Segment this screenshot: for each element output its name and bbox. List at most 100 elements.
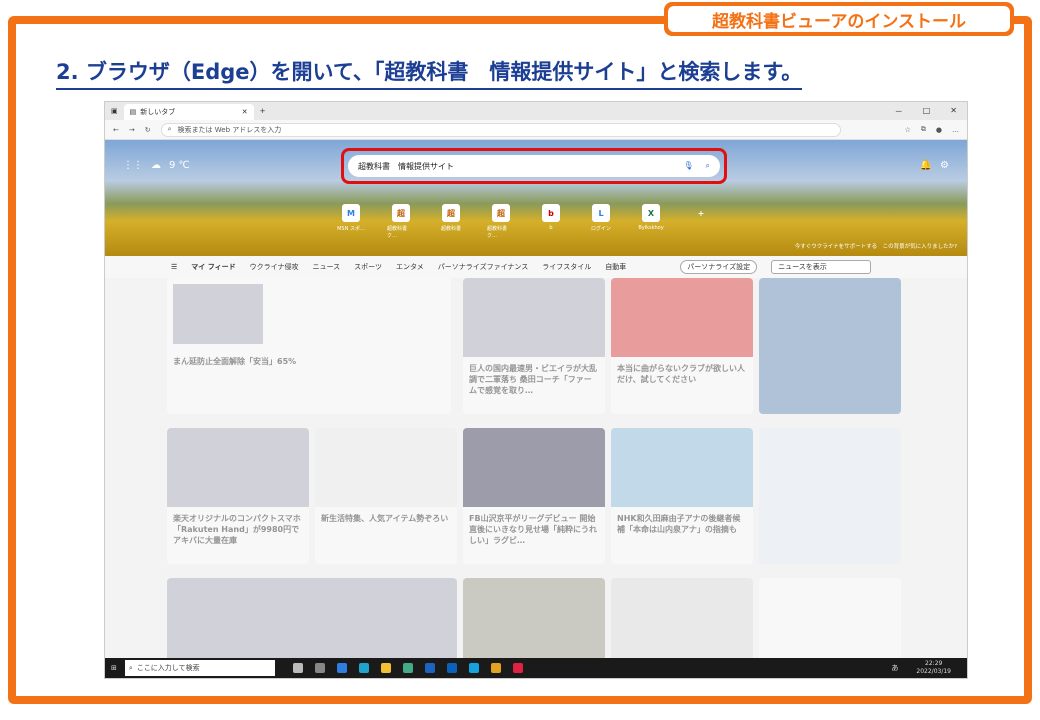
quick-link-6[interactable]: X Bylkskhoy bbox=[637, 204, 665, 239]
favorites-icon[interactable]: ☆ bbox=[905, 126, 911, 134]
feed-nav-item[interactable]: ライフスタイル bbox=[542, 262, 591, 272]
news-card[interactable]: 楽天オリジナルのコンパクトスマホ「Rakuten Hand」が9980円でアキバ… bbox=[167, 428, 309, 564]
textbook-icon: 超 bbox=[392, 204, 410, 222]
feed-nav-item[interactable]: 自動車 bbox=[605, 262, 626, 272]
site-icon: b bbox=[542, 204, 560, 222]
quick-link-label: MSN スポ… bbox=[337, 226, 365, 232]
league-card[interactable] bbox=[759, 428, 901, 564]
address-bar[interactable]: ⌕ 検索または Web アドレスを入力 bbox=[160, 122, 841, 137]
news-card[interactable] bbox=[167, 578, 457, 668]
news-card[interactable] bbox=[611, 578, 753, 668]
minimize-button[interactable]: － bbox=[895, 106, 903, 117]
news-card[interactable]: まん延防止全面解除「安当」65% bbox=[167, 278, 451, 414]
instruction-heading: 2. ブラウザ（Edge）を開いて、「超教科書 情報提供サイト」と検索します。 bbox=[56, 56, 803, 90]
settings-gear-icon[interactable]: ⚙ bbox=[940, 160, 949, 171]
explorer-icon[interactable] bbox=[380, 663, 391, 673]
weather-card[interactable] bbox=[759, 278, 901, 414]
microphone-icon[interactable]: 🎙 bbox=[683, 161, 693, 171]
feed-nav-item[interactable]: スポーツ bbox=[354, 262, 382, 272]
textbook-icon: 超 bbox=[492, 204, 510, 222]
hamburger-icon[interactable]: ☰ bbox=[171, 263, 177, 271]
feed-nav-item[interactable]: パーソナライズファイナンス bbox=[438, 262, 529, 272]
quick-link-2[interactable]: 超超教科書 bbox=[437, 204, 465, 239]
feed-nav-item[interactable]: ニュース bbox=[312, 262, 340, 272]
quick-link-label: 超教科書 bbox=[440, 226, 461, 232]
cloud-icon: ☁ bbox=[151, 160, 161, 171]
profile-icon[interactable]: ● bbox=[936, 126, 942, 134]
news-image bbox=[167, 578, 457, 668]
quick-link-5[interactable]: L ログイン bbox=[587, 204, 615, 239]
taskbar-clock[interactable]: 22:29 2022/03/19 bbox=[916, 660, 967, 676]
close-tab-icon[interactable]: ✕ bbox=[242, 108, 248, 116]
temperature: 9 ℃ bbox=[169, 160, 190, 171]
news-card[interactable]: FB山沢京平がリーグデビュー 開始直後にいきなり見せ場「純粋にうれしい」ラグビ… bbox=[463, 428, 605, 564]
news-card[interactable]: 新生活特集、人気アイテム勢ぞろい bbox=[315, 428, 457, 564]
edge-icon[interactable] bbox=[358, 663, 369, 673]
forward-icon[interactable]: → bbox=[129, 126, 135, 134]
feed-nav-item[interactable]: ウクライナ侵攻 bbox=[250, 262, 299, 272]
news-image bbox=[315, 428, 457, 507]
news-card[interactable] bbox=[463, 578, 605, 668]
chrome-icon[interactable] bbox=[490, 663, 501, 673]
hero-footer[interactable]: 今すぐウクライナをサポートする この背景が気に入りましたか? bbox=[795, 242, 957, 250]
msn-icon: M bbox=[342, 204, 360, 222]
news-headline: まん延防止全面解除「安当」65% bbox=[173, 357, 297, 366]
news-card[interactable]: NHK和久田麻由子アナの後継者候補「本命は山内泉アナ」の指摘も bbox=[611, 428, 753, 564]
quick-link-msn[interactable]: M MSN スポ… bbox=[337, 204, 365, 239]
mail-icon[interactable] bbox=[424, 663, 435, 673]
news-image bbox=[611, 428, 753, 507]
section-tag: 超教科書ビューアのインストール bbox=[664, 2, 1014, 36]
skype-icon[interactable] bbox=[468, 663, 479, 673]
quick-links: M MSN スポ… 超超教科書ク… 超超教科書 超超教科書ク… bb L ログイン … bbox=[337, 204, 715, 239]
widgets-icon[interactable] bbox=[314, 663, 325, 673]
menu-icon[interactable]: … bbox=[952, 126, 959, 134]
ie-icon[interactable] bbox=[336, 663, 347, 673]
refresh-icon[interactable]: ↻ bbox=[145, 126, 151, 134]
quick-link-1[interactable]: 超超教科書ク… bbox=[387, 204, 415, 239]
windows-start-icon[interactable]: ⊞ bbox=[111, 664, 117, 672]
new-tab-button[interactable]: + bbox=[254, 107, 272, 115]
apps-grid-icon[interactable]: ⋮⋮ bbox=[123, 160, 143, 171]
quick-link-3[interactable]: 超超教科書ク… bbox=[487, 204, 515, 239]
tab-actions-icon[interactable]: ▣ bbox=[105, 107, 124, 115]
login-icon: L bbox=[592, 204, 610, 222]
news-headline: 本当に曲がらないクラブが欲しい人だけ、試してください bbox=[617, 363, 745, 384]
personalize-button[interactable]: パーソナライズ設定 bbox=[680, 260, 758, 274]
store-icon[interactable] bbox=[402, 663, 413, 673]
hero-right-controls: 🔔 ⚙ bbox=[920, 160, 949, 171]
task-view-icon[interactable] bbox=[292, 663, 303, 673]
ime-indicator[interactable]: あ bbox=[891, 663, 898, 673]
view-select[interactable]: ニュースを表示 bbox=[771, 260, 872, 274]
close-window-button[interactable]: ✕ bbox=[950, 106, 957, 117]
tab-new-tab[interactable]: ▤ 新しいタブ ✕ bbox=[123, 104, 254, 120]
plus-icon: + bbox=[697, 208, 705, 218]
market-card[interactable] bbox=[759, 578, 901, 668]
search-submit-icon[interactable]: ⌕ bbox=[706, 161, 710, 171]
news-headline: NHK和久田麻由子アナの後継者候補「本命は山内泉アナ」の指摘も bbox=[617, 513, 741, 534]
back-icon[interactable]: ← bbox=[113, 126, 119, 134]
taskbar-search[interactable]: ⌕ ここに入力して検索 bbox=[124, 660, 275, 676]
web-search-input[interactable]: 超教科書 情報提供サイト 🎙 ⌕ bbox=[348, 155, 720, 177]
excel-icon: X bbox=[642, 204, 660, 222]
app-icon[interactable] bbox=[512, 663, 523, 673]
feed-nav-item[interactable]: エンタメ bbox=[396, 262, 424, 272]
news-card[interactable]: 巨人の国内最速男・ビエイラが大乱調で二軍落ち 桑田コーチ「ファームで感覚を取り… bbox=[463, 278, 605, 414]
maximize-button[interactable]: □ bbox=[923, 106, 931, 117]
outlook-icon[interactable] bbox=[446, 663, 457, 673]
new-tab-hero: ⋮⋮ ☁ 9 ℃ 超教科書 情報提供サイト 🎙 ⌕ 🔔 ⚙ M MSN スポ… 超… bbox=[105, 140, 967, 256]
news-card[interactable]: 本当に曲がらないクラブが欲しい人だけ、試してください bbox=[611, 278, 753, 414]
collections-icon[interactable]: ⧉ bbox=[921, 125, 926, 134]
news-image bbox=[463, 428, 605, 507]
news-headline: 巨人の国内最速男・ビエイラが大乱調で二軍落ち 桑田コーチ「ファームで感覚を取り… bbox=[469, 363, 597, 395]
add-quick-link[interactable]: + bbox=[687, 204, 715, 239]
news-image bbox=[463, 578, 605, 668]
quick-link-4[interactable]: bb bbox=[537, 204, 565, 239]
taskbar-apps bbox=[292, 663, 523, 673]
notification-bell-icon[interactable]: 🔔 bbox=[920, 160, 932, 171]
news-feed: まん延防止全面解除「安当」65% 巨人の国内最速男・ビエイラが大乱調で二軍落ち … bbox=[167, 278, 903, 668]
tab-title: 新しいタブ bbox=[140, 108, 176, 116]
clock-date: 2022/03/19 bbox=[916, 668, 951, 675]
weather-widget[interactable]: ⋮⋮ ☁ 9 ℃ bbox=[123, 160, 190, 171]
quick-link-label: b bbox=[549, 225, 553, 231]
feed-nav-item[interactable]: マイ フィード bbox=[191, 262, 235, 272]
